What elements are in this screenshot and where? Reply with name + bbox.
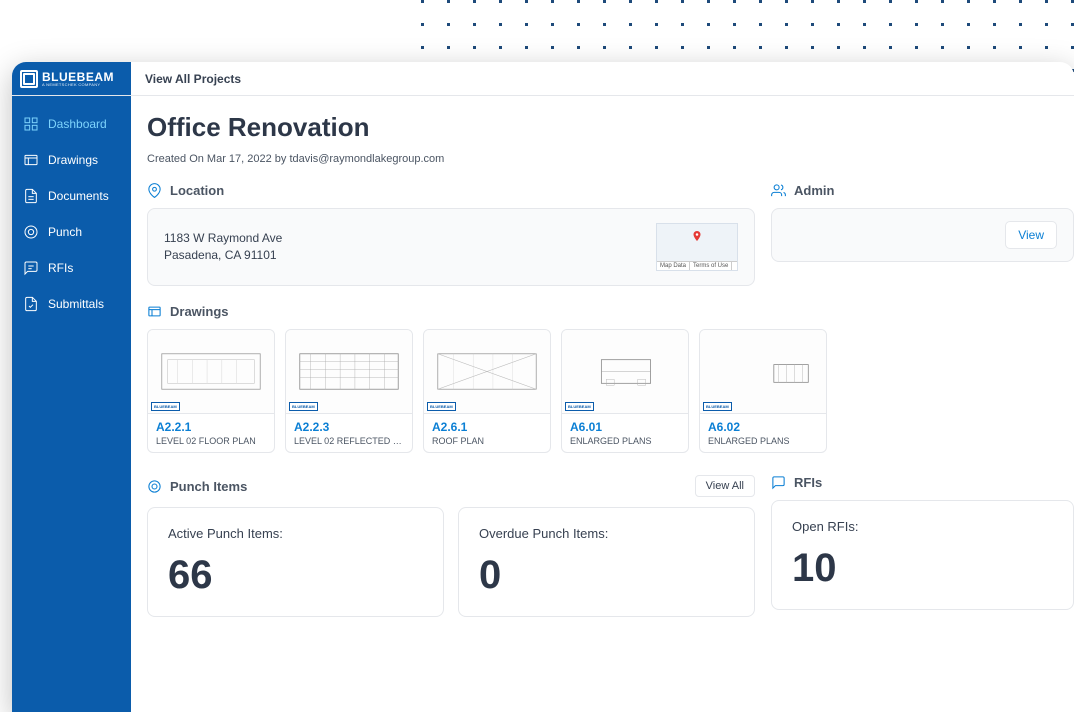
drawing-card[interactable]: BLUEBEAM A6.02 ENLARGED PLANS [699,329,827,453]
brand-tagline: A NEMETSCHEK COMPANY [42,83,114,87]
drawing-name: ROOF PLAN [432,436,542,446]
location-heading: Location [170,183,224,198]
dashboard-icon [23,116,39,132]
view-all-projects-link[interactable]: View All Projects [131,62,255,95]
sidebar-item-label: Drawings [48,153,98,167]
drawing-name: LEVEL 02 REFLECTED CEIL... [294,436,404,446]
bluebeam-logo-icon [20,70,38,88]
sidebar-item-documents[interactable]: Documents [12,178,131,214]
sidebar-item-label: Punch [48,225,82,239]
address-line2: Pasadena, CA 91101 [164,247,282,264]
drawing-name: ENLARGED PLANS [708,436,818,446]
main-content: Office Renovation Created On Mar 17, 202… [131,96,1074,712]
active-punch-value: 66 [168,553,423,598]
overdue-punch-card: Overdue Punch Items: 0 [458,507,755,617]
page-created-meta: Created On Mar 17, 2022 by tdavis@raymon… [147,153,1074,165]
drawing-card[interactable]: BLUEBEAM A2.2.1 LEVEL 02 FLOOR PLAN [147,329,275,453]
sidebar-item-rfis[interactable]: RFIs [12,250,131,286]
overdue-punch-value: 0 [479,553,734,598]
sidebar-item-label: Documents [48,189,109,203]
drawing-thumbnail: BLUEBEAM [700,330,826,414]
active-punch-label: Active Punch Items: [168,526,423,541]
drawing-thumbnail: BLUEBEAM [148,330,274,414]
punch-heading: Punch Items [170,479,247,494]
thumb-watermark: BLUEBEAM [151,402,180,411]
sidebar-item-label: Dashboard [48,117,107,131]
drawing-thumbnail: BLUEBEAM [562,330,688,414]
submittals-icon [23,296,39,312]
punch-viewall-button[interactable]: View All [695,475,755,497]
rfis-section-icon [771,475,786,490]
sidebar: Dashboard Drawings Documents Punch RFIs … [12,96,131,712]
admin-header: Admin [771,183,1074,198]
drawing-thumbnail: BLUEBEAM [424,330,550,414]
drawing-name: ENLARGED PLANS [570,436,680,446]
admin-heading: Admin [794,183,834,198]
drawing-card[interactable]: BLUEBEAM A2.6.1 ROOF PLAN [423,329,551,453]
map-thumbnail[interactable]: Map Data Terms of Use [656,223,738,271]
thumb-watermark: BLUEBEAM [565,402,594,411]
drawings-list: BLUEBEAM A2.2.1 LEVEL 02 FLOOR PLAN BLUE… [147,329,1074,453]
punch-icon [23,224,39,240]
open-rfis-label: Open RFIs: [792,519,1053,534]
topbar: BLUEBEAM A NEMETSCHEK COMPANY View All P… [12,62,1074,96]
drawings-section-icon [147,304,162,319]
rfis-heading: RFIs [794,475,822,490]
open-rfis-value: 10 [792,546,1053,591]
sidebar-item-dashboard[interactable]: Dashboard [12,106,131,142]
brand-name: BLUEBEAM [42,71,114,83]
drawing-code: A2.2.3 [294,420,404,434]
open-rfis-card: Open RFIs: 10 [771,500,1074,610]
thumb-watermark: BLUEBEAM [289,402,318,411]
sidebar-item-drawings[interactable]: Drawings [12,142,131,178]
sidebar-item-punch[interactable]: Punch [12,214,131,250]
location-icon [147,183,162,198]
page-title: Office Renovation [147,112,1074,143]
overdue-punch-label: Overdue Punch Items: [479,526,734,541]
location-card: 1183 W Raymond Ave Pasadena, CA 91101 Ma… [147,208,755,286]
location-header: Location [147,183,755,198]
map-data-label: Map Data [657,262,690,270]
sidebar-item-submittals[interactable]: Submittals [12,286,131,322]
drawing-code: A2.2.1 [156,420,266,434]
drawing-name: LEVEL 02 FLOOR PLAN [156,436,266,446]
thumb-watermark: BLUEBEAM [703,402,732,411]
brand-logo[interactable]: BLUEBEAM A NEMETSCHEK COMPANY [12,62,131,95]
rfis-icon [23,260,39,276]
documents-icon [23,188,39,204]
drawing-code: A6.01 [570,420,680,434]
drawing-code: A2.6.1 [432,420,542,434]
sidebar-item-label: RFIs [48,261,73,275]
map-pin-icon [691,228,703,244]
app-window: BLUEBEAM A NEMETSCHEK COMPANY View All P… [12,62,1074,712]
active-punch-card: Active Punch Items: 66 [147,507,444,617]
map-terms-label: Terms of Use [690,262,732,270]
drawings-header: Drawings [147,304,1074,319]
admin-card: View [771,208,1074,262]
admin-view-button[interactable]: View [1005,221,1057,249]
drawings-heading: Drawings [170,304,229,319]
drawing-card[interactable]: BLUEBEAM A2.2.3 LEVEL 02 REFLECTED CEIL.… [285,329,413,453]
punch-header: Punch Items View All [147,475,755,497]
drawing-thumbnail: BLUEBEAM [286,330,412,414]
location-address: 1183 W Raymond Ave Pasadena, CA 91101 [164,230,282,264]
drawing-code: A6.02 [708,420,818,434]
admin-icon [771,183,786,198]
address-line1: 1183 W Raymond Ave [164,230,282,247]
drawing-card[interactable]: BLUEBEAM A6.01 ENLARGED PLANS [561,329,689,453]
punch-section-icon [147,479,162,494]
brand-text: BLUEBEAM A NEMETSCHEK COMPANY [42,71,114,87]
drawings-icon [23,152,39,168]
sidebar-item-label: Submittals [48,297,104,311]
rfis-header: RFIs [771,475,1074,490]
thumb-watermark: BLUEBEAM [427,402,456,411]
